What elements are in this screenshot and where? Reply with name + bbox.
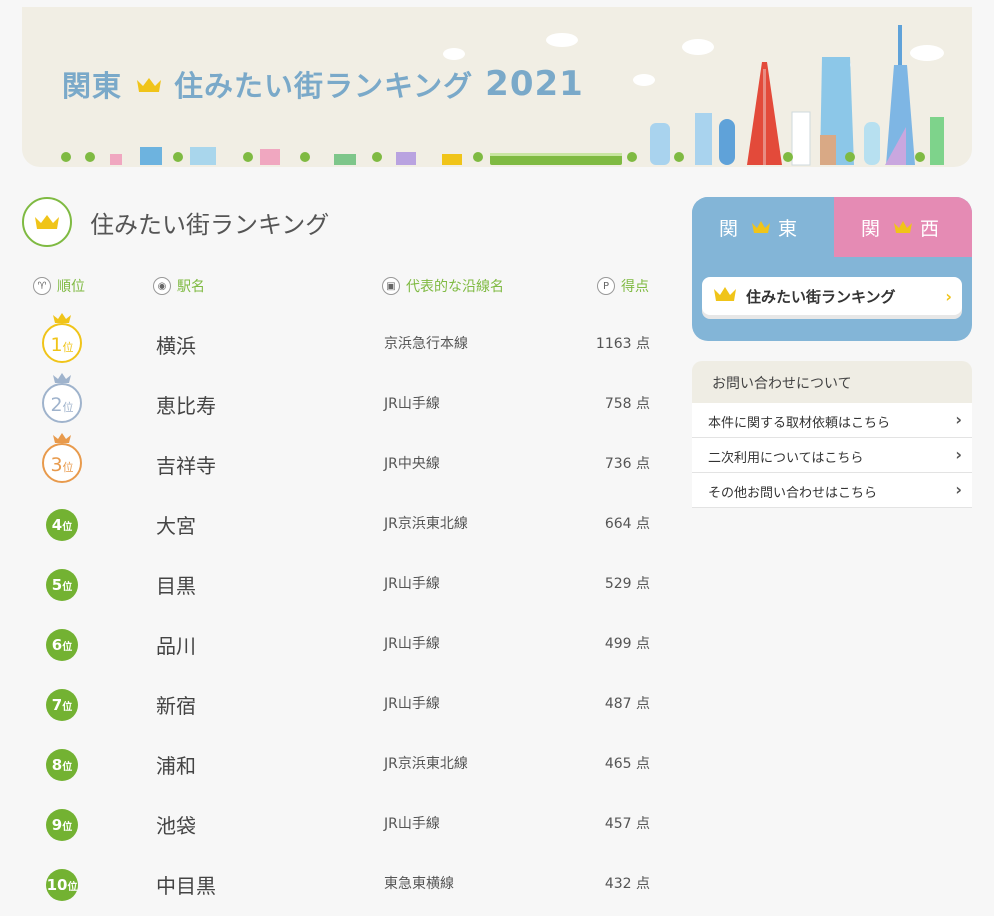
- station-name: 吉祥寺: [156, 454, 216, 478]
- inquiry-panel: お問い合わせについて 本件に関する取材依頼はこちら › 二次利用についてはこちら…: [692, 361, 972, 508]
- line-name: JR山手線: [384, 576, 440, 592]
- inquiry-title: お問い合わせについて: [692, 361, 972, 403]
- region-switcher: 関 東 関 西 住みたい街ランキング ›: [692, 197, 972, 341]
- chevron-right-icon: ›: [955, 480, 962, 499]
- chevron-right-icon: ›: [945, 287, 952, 306]
- chevron-right-icon: ›: [955, 410, 962, 429]
- column-line: ▣ 代表的な沿線名: [382, 276, 504, 296]
- line-name: JR中央線: [384, 456, 440, 472]
- score: 499 点: [604, 636, 650, 652]
- score: 529 点: [604, 576, 650, 592]
- line-name: JR山手線: [384, 396, 440, 412]
- rank-badge: 7位: [42, 679, 82, 721]
- score: 487 点: [604, 696, 650, 712]
- score: 736 点: [604, 456, 650, 472]
- column-score-label: 得点: [621, 279, 649, 295]
- tab-kansai-label-1: 関: [860, 217, 886, 240]
- ranking-row: 5位 目黒 JR山手線 529 点: [22, 552, 662, 612]
- banner-heading: 住みたい街ランキング: [174, 69, 474, 103]
- ranking-row: 1位 横浜 京浜急行本線 1163 点: [22, 312, 662, 372]
- ranking-row: 2位 恵比寿 JR山手線 758 点: [22, 372, 662, 432]
- tab-kansai-label-2: 西: [920, 217, 946, 240]
- ranking-row: 3位 吉祥寺 JR中央線 736 点: [22, 432, 662, 492]
- rank-badge: 6位: [42, 619, 82, 661]
- column-score: P 得点: [597, 276, 649, 296]
- tab-kansai[interactable]: 関 西: [834, 197, 972, 257]
- station-name: 大宮: [156, 514, 196, 538]
- rank-badge-bronze: 3位: [42, 433, 82, 483]
- hero-banner: 関東 住みたい街ランキング 2021: [22, 7, 972, 167]
- rank-badge-silver: 2位: [42, 373, 82, 423]
- column-station-label: 駅名: [177, 279, 205, 295]
- score: 1163 点: [595, 336, 650, 352]
- line-name: JR京浜東北線: [384, 756, 468, 772]
- ranking-heading: 住みたい街ランキング: [22, 197, 329, 247]
- station-name: 中目黒: [156, 874, 216, 898]
- rank-badge: 8位: [42, 739, 82, 781]
- inquiry-link-label: その他お問い合わせはこちら: [708, 486, 878, 501]
- rank-badge: 4位: [42, 499, 82, 541]
- station-name: 浦和: [156, 754, 196, 778]
- line-name: JR山手線: [384, 636, 440, 652]
- inquiry-link-other[interactable]: その他お問い合わせはこちら ›: [692, 473, 972, 508]
- ranking-row: 8位 浦和 JR京浜東北線 465 点: [22, 732, 662, 792]
- ranking-link-label: 住みたい街ランキング: [746, 287, 896, 306]
- tab-kanto-label-1: 関: [718, 217, 744, 240]
- score: 457 点: [604, 816, 650, 832]
- station-name: 新宿: [156, 694, 196, 718]
- line-name: 京浜急行本線: [384, 336, 468, 352]
- station-name: 品川: [156, 634, 196, 658]
- points-icon: P: [597, 277, 615, 295]
- crown-icon: [894, 216, 912, 238]
- ranking-list: 1位 横浜 京浜急行本線 1163 点 2位 恵比寿 JR山手線 758 点 3…: [22, 312, 662, 912]
- score: 465 点: [604, 756, 650, 772]
- chevron-right-icon: ›: [955, 445, 962, 464]
- rank-badge: 9位: [42, 799, 82, 841]
- inquiry-link-label: 本件に関する取材依頼はこちら: [708, 416, 891, 431]
- inquiry-link-reuse[interactable]: 二次利用についてはこちら ›: [692, 438, 972, 473]
- banner-title: 関東 住みたい街ランキング 2021: [62, 63, 584, 105]
- tab-kanto[interactable]: 関 東: [692, 197, 830, 257]
- ranking-column-headers: ♈ 順位 ◉ 駅名 ▣ 代表的な沿線名 P 得点: [33, 276, 653, 298]
- rank-badge-gold: 1位: [42, 313, 82, 363]
- trophy-icon: ♈: [33, 277, 51, 295]
- score: 432 点: [604, 876, 650, 892]
- ranking-row: 6位 品川 JR山手線 499 点: [22, 612, 662, 672]
- column-line-label: 代表的な沿線名: [406, 279, 504, 295]
- line-name: JR山手線: [384, 816, 440, 832]
- eye-icon: ◉: [153, 277, 171, 295]
- ranking-row: 10 位 中目黒 東急東横線 432 点: [22, 852, 662, 912]
- crown-icon: [22, 197, 72, 247]
- score: 758 点: [604, 396, 650, 412]
- column-rank: ♈ 順位: [33, 276, 85, 296]
- line-name: JR山手線: [384, 696, 440, 712]
- line-name: 東急東横線: [384, 876, 454, 892]
- column-rank-label: 順位: [57, 279, 85, 295]
- ranking-title: 住みたい街ランキング: [90, 210, 330, 239]
- train-icon: ▣: [382, 277, 400, 295]
- crown-icon: [714, 287, 736, 305]
- ranking-row: 7位 新宿 JR山手線 487 点: [22, 672, 662, 732]
- banner-year: 2021: [485, 64, 584, 104]
- rank-badge: 10 位: [42, 859, 82, 901]
- banner-region: 関東: [62, 69, 123, 103]
- ranking-row: 9位 池袋 JR山手線 457 点: [22, 792, 662, 852]
- station-name: 横浜: [156, 334, 196, 358]
- column-station: ◉ 駅名: [153, 276, 205, 296]
- crown-icon: [136, 67, 162, 101]
- station-name: 池袋: [156, 814, 196, 838]
- line-name: JR京浜東北線: [384, 516, 468, 532]
- station-name: 恵比寿: [156, 394, 216, 418]
- ranking-link[interactable]: 住みたい街ランキング ›: [702, 277, 962, 315]
- score: 664 点: [604, 516, 650, 532]
- ranking-row: 4位 大宮 JR京浜東北線 664 点: [22, 492, 662, 552]
- inquiry-link-press[interactable]: 本件に関する取材依頼はこちら ›: [692, 403, 972, 438]
- station-name: 目黒: [156, 574, 196, 598]
- inquiry-link-label: 二次利用についてはこちら: [708, 451, 864, 466]
- tab-kanto-label-2: 東: [778, 217, 804, 240]
- crown-icon: [752, 216, 770, 238]
- rank-badge: 5位: [42, 559, 82, 601]
